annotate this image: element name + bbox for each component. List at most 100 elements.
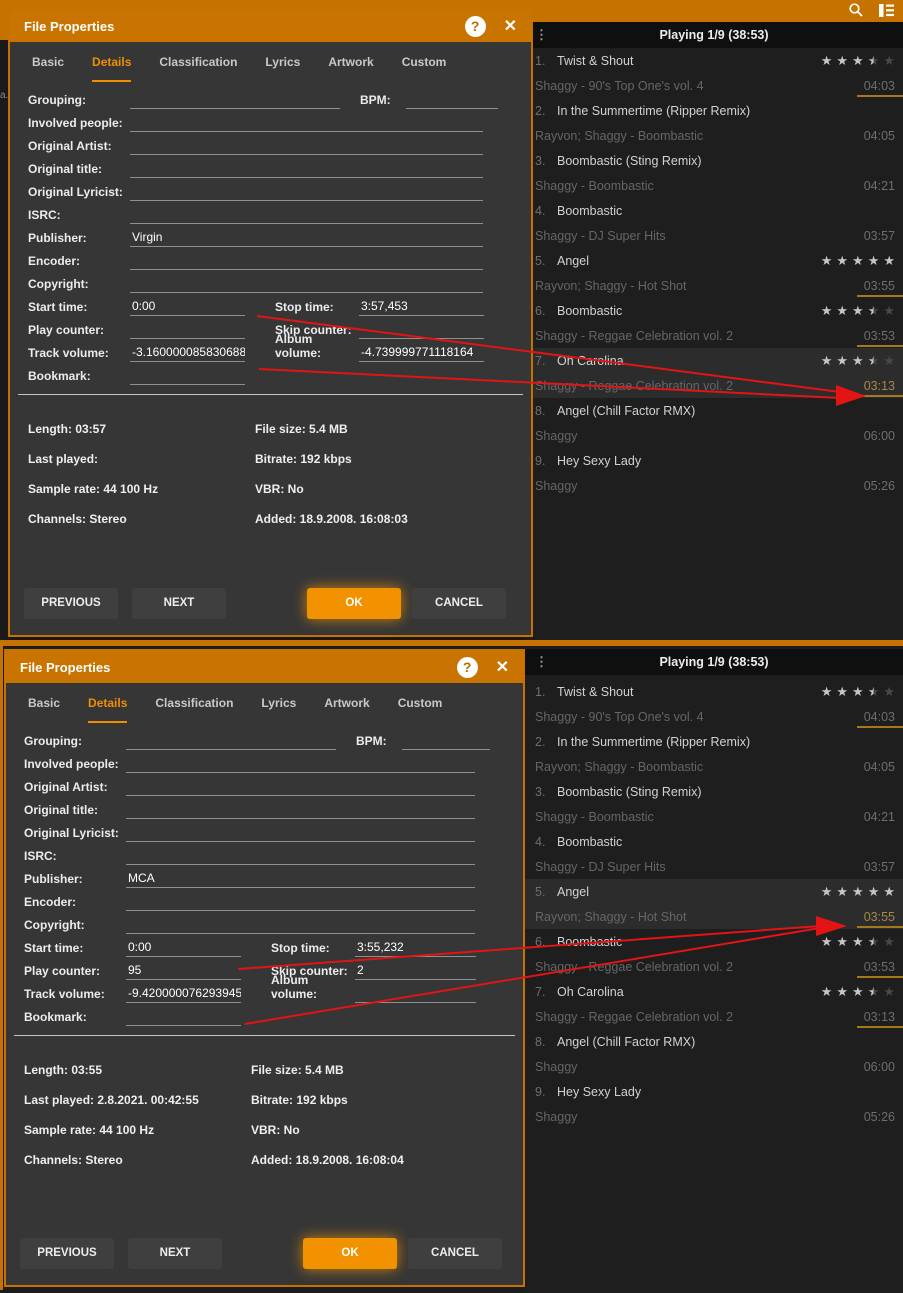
bookmark-field[interactable] bbox=[126, 1008, 241, 1026]
star-icon[interactable]: ★ bbox=[821, 685, 833, 698]
star-icon[interactable]: ★ bbox=[868, 54, 880, 67]
skip_counter-field[interactable] bbox=[359, 321, 484, 339]
star-icon[interactable]: ★ bbox=[852, 54, 864, 67]
track-row[interactable]: 2.In the Summertime (Ripper Remix)Rayvon… bbox=[525, 98, 903, 148]
track-row[interactable]: 3.Boombastic (Sting Remix)Shaggy - Boomb… bbox=[525, 148, 903, 198]
track-row[interactable]: 6.Boombastic★★★★★Shaggy - Reggae Celebra… bbox=[525, 929, 903, 979]
track-row[interactable]: 9.Hey Sexy LadyShaggy05:26 bbox=[525, 1079, 903, 1129]
cancel-button[interactable]: CANCEL bbox=[412, 588, 506, 619]
rating-stars[interactable]: ★★★★★ bbox=[821, 985, 895, 998]
original_artist-field[interactable] bbox=[126, 778, 475, 796]
star-icon[interactable]: ★ bbox=[883, 685, 895, 698]
play_counter-field[interactable]: 95 bbox=[126, 962, 241, 980]
tab-details[interactable]: Details bbox=[88, 696, 127, 723]
original_artist-field[interactable] bbox=[130, 137, 483, 155]
star-icon[interactable]: ★ bbox=[883, 254, 895, 267]
star-icon[interactable]: ★ bbox=[836, 685, 848, 698]
star-icon[interactable]: ★ bbox=[868, 354, 880, 367]
bookmark-field[interactable] bbox=[130, 367, 245, 385]
tab-lyrics[interactable]: Lyrics bbox=[265, 55, 300, 82]
star-icon[interactable]: ★ bbox=[883, 985, 895, 998]
encoder-field[interactable] bbox=[126, 893, 475, 911]
star-icon[interactable]: ★ bbox=[868, 885, 880, 898]
grip-icon[interactable]: ⋮ bbox=[535, 654, 551, 670]
tab-classification[interactable]: Classification bbox=[155, 696, 233, 723]
original_lyricist-field[interactable] bbox=[130, 183, 483, 201]
track-row[interactable]: 4.BoombasticShaggy - DJ Super Hits03:57 bbox=[525, 198, 903, 248]
star-icon[interactable]: ★ bbox=[821, 885, 833, 898]
star-icon[interactable]: ★ bbox=[821, 54, 833, 67]
tab-details[interactable]: Details bbox=[92, 55, 131, 82]
publisher-field[interactable]: MCA bbox=[126, 870, 475, 888]
track-row[interactable]: 3.Boombastic (Sting Remix)Shaggy - Boomb… bbox=[525, 779, 903, 829]
track-row[interactable]: 7.Oh Carolina★★★★★Shaggy - Reggae Celebr… bbox=[525, 979, 903, 1029]
start_time-field[interactable]: 0:00 bbox=[126, 939, 241, 957]
star-icon[interactable]: ★ bbox=[868, 685, 880, 698]
rating-stars[interactable]: ★★★★★ bbox=[821, 354, 895, 367]
tab-artwork[interactable]: Artwork bbox=[328, 55, 373, 82]
star-icon[interactable]: ★ bbox=[883, 354, 895, 367]
original_title-field[interactable] bbox=[126, 801, 475, 819]
star-icon[interactable]: ★ bbox=[821, 354, 833, 367]
previous-button[interactable]: PREVIOUS bbox=[24, 588, 118, 619]
cancel-button[interactable]: CANCEL bbox=[408, 1238, 502, 1269]
star-icon[interactable]: ★ bbox=[883, 885, 895, 898]
tab-lyrics[interactable]: Lyrics bbox=[261, 696, 296, 723]
tab-custom[interactable]: Custom bbox=[398, 696, 443, 723]
star-icon[interactable]: ★ bbox=[868, 935, 880, 948]
grouping-field[interactable] bbox=[130, 91, 340, 109]
rating-stars[interactable]: ★★★★★ bbox=[821, 685, 895, 698]
tab-artwork[interactable]: Artwork bbox=[324, 696, 369, 723]
star-icon[interactable]: ★ bbox=[883, 54, 895, 67]
star-icon[interactable]: ★ bbox=[883, 304, 895, 317]
original_lyricist-field[interactable] bbox=[126, 824, 475, 842]
stop_time-field[interactable]: 3:55,232 bbox=[355, 939, 476, 957]
track_volume-field[interactable]: -9.420000076293945 bbox=[126, 985, 241, 1003]
star-icon[interactable]: ★ bbox=[821, 935, 833, 948]
close-icon[interactable]: ✕ bbox=[496, 657, 509, 678]
star-icon[interactable]: ★ bbox=[836, 54, 848, 67]
star-icon[interactable]: ★ bbox=[852, 985, 864, 998]
tab-custom[interactable]: Custom bbox=[402, 55, 447, 82]
star-icon[interactable]: ★ bbox=[868, 304, 880, 317]
star-icon[interactable]: ★ bbox=[836, 254, 848, 267]
album_volume-field[interactable] bbox=[355, 985, 476, 1003]
help-icon[interactable]: ? bbox=[457, 657, 478, 678]
track-row[interactable]: 7.Oh Carolina★★★★★Shaggy - Reggae Celebr… bbox=[525, 348, 903, 398]
tab-classification[interactable]: Classification bbox=[159, 55, 237, 82]
original_title-field[interactable] bbox=[130, 160, 483, 178]
encoder-field[interactable] bbox=[130, 252, 483, 270]
track-row[interactable]: 5.Angel★★★★★Rayvon; Shaggy - Hot Shot03:… bbox=[525, 248, 903, 298]
copyright-field[interactable] bbox=[126, 916, 475, 934]
star-icon[interactable]: ★ bbox=[821, 254, 833, 267]
star-icon[interactable]: ★ bbox=[852, 254, 864, 267]
star-icon[interactable]: ★ bbox=[821, 304, 833, 317]
rating-stars[interactable]: ★★★★★ bbox=[821, 54, 895, 67]
search-icon[interactable] bbox=[848, 2, 864, 23]
isrc-field[interactable] bbox=[126, 847, 475, 865]
track-row[interactable]: 4.BoombasticShaggy - DJ Super Hits03:57 bbox=[525, 829, 903, 879]
track-row[interactable]: 1.Twist & Shout★★★★★Shaggy - 90's Top On… bbox=[525, 48, 903, 98]
bpm-field[interactable] bbox=[402, 732, 490, 750]
star-icon[interactable]: ★ bbox=[836, 935, 848, 948]
help-icon[interactable]: ? bbox=[465, 16, 486, 37]
track-row[interactable]: 8.Angel (Chill Factor RMX)Shaggy06:00 bbox=[525, 398, 903, 448]
rating-stars[interactable]: ★★★★★ bbox=[821, 304, 895, 317]
next-button[interactable]: NEXT bbox=[128, 1238, 222, 1269]
ok-button[interactable]: OK bbox=[303, 1238, 397, 1269]
star-icon[interactable]: ★ bbox=[852, 354, 864, 367]
rating-stars[interactable]: ★★★★★ bbox=[821, 935, 895, 948]
track-row[interactable]: 2.In the Summertime (Ripper Remix)Rayvon… bbox=[525, 729, 903, 779]
star-icon[interactable]: ★ bbox=[852, 935, 864, 948]
involved_people-field[interactable] bbox=[126, 755, 475, 773]
star-icon[interactable]: ★ bbox=[868, 985, 880, 998]
play_counter-field[interactable] bbox=[130, 321, 245, 339]
track_volume-field[interactable]: -3.1600000858306885 bbox=[130, 344, 245, 362]
involved_people-field[interactable] bbox=[130, 114, 483, 132]
album_volume-field[interactable]: -4.739999771118164 bbox=[359, 344, 484, 362]
rating-stars[interactable]: ★★★★★ bbox=[821, 254, 895, 267]
ok-button[interactable]: OK bbox=[307, 588, 401, 619]
copyright-field[interactable] bbox=[130, 275, 483, 293]
star-icon[interactable]: ★ bbox=[868, 254, 880, 267]
start_time-field[interactable]: 0:00 bbox=[130, 298, 245, 316]
